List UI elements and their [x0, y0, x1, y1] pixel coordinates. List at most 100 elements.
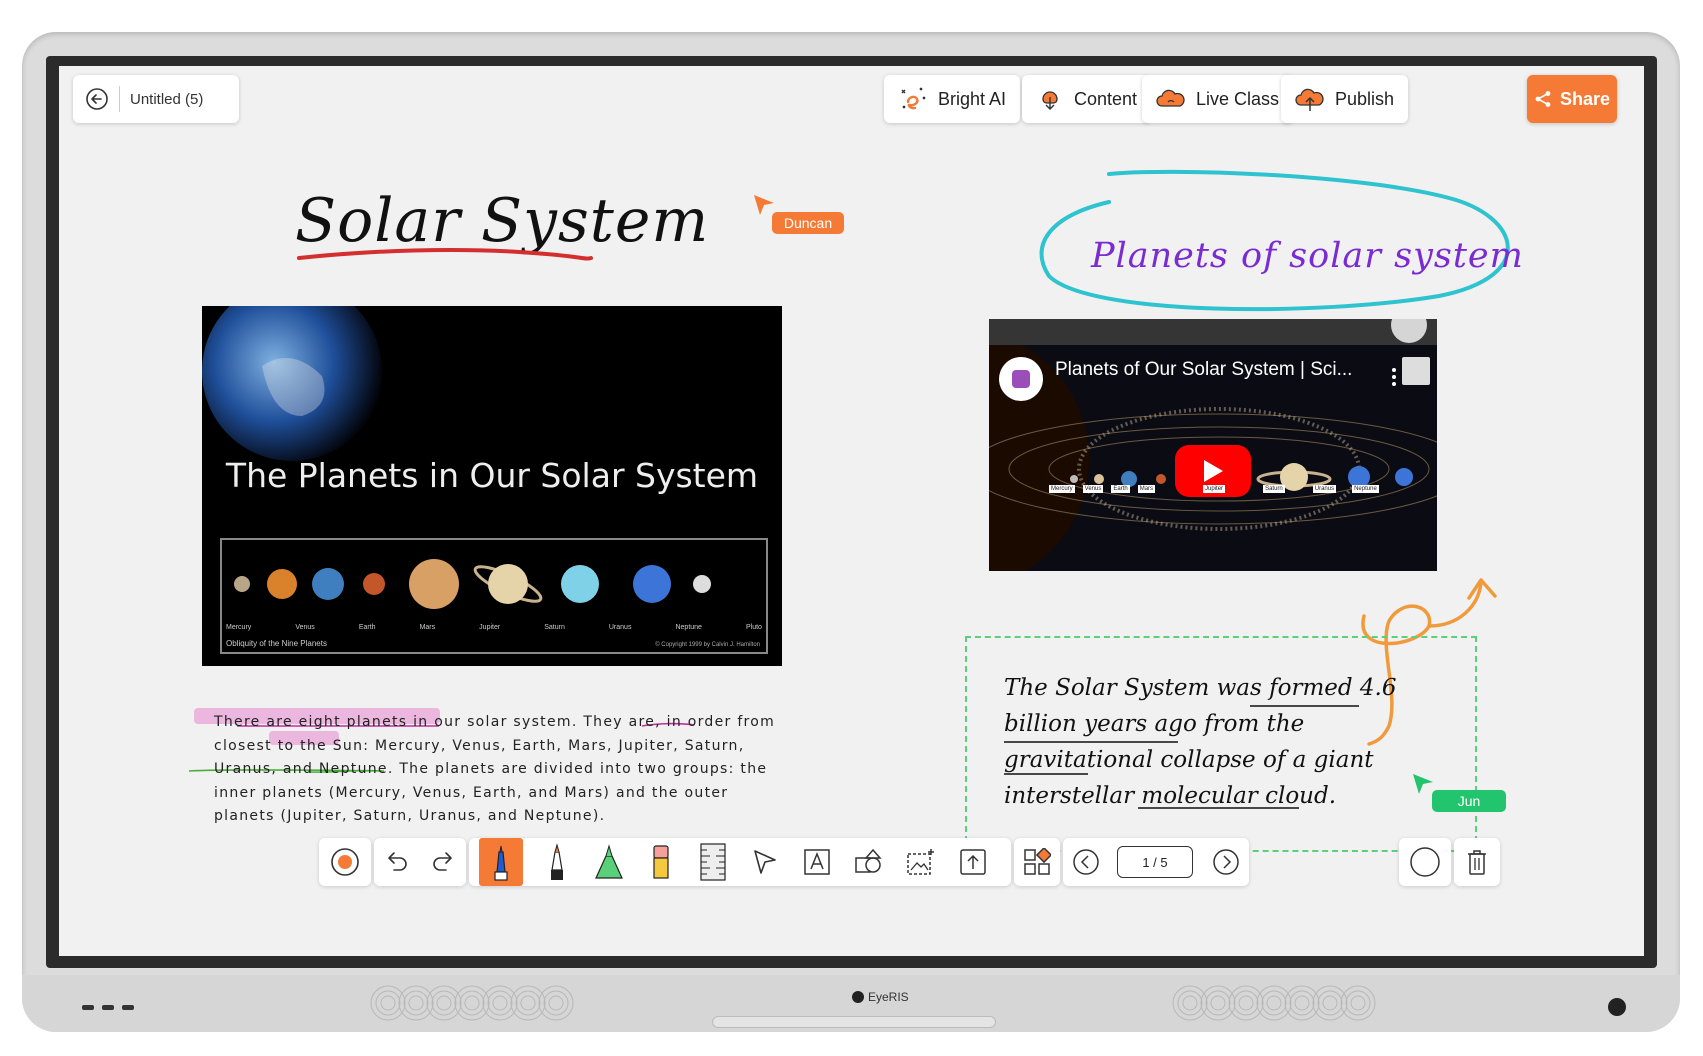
live-class-label: Live Class: [1196, 88, 1280, 109]
planet-strip-labels: Mercury Venus Earth Mars Jupiter Saturn …: [226, 624, 762, 631]
strip-label: Venus: [295, 624, 315, 631]
page-indicator[interactable]: 1 / 5: [1117, 846, 1193, 878]
video-planet-labels: Mercury Venus Earth Mars Jupiter Saturn …: [1049, 485, 1429, 493]
ruler-tool[interactable]: [687, 838, 739, 886]
video-embed[interactable]: Planets of Our Solar System | Sci... Mer…: [989, 319, 1437, 571]
strip-label: Uranus: [608, 624, 632, 631]
strip-label: Jupiter: [479, 624, 501, 631]
live-class-icon: [1156, 85, 1186, 113]
pen-icon: [545, 842, 569, 882]
strip-label: Mars: [419, 624, 436, 631]
next-page-icon: [1212, 848, 1240, 876]
power-button[interactable]: [1608, 998, 1626, 1016]
marker-tool[interactable]: [479, 838, 523, 886]
image-icon: [906, 848, 936, 876]
record-icon: [330, 847, 360, 877]
video-planet-label: Earth: [1111, 485, 1130, 493]
whiteboard-screen: Untitled (5) Bright AI Content Live Clas…: [59, 66, 1644, 956]
title-underline-stroke[interactable]: [295, 244, 595, 264]
cursor-tag-jun: Jun: [1432, 790, 1506, 812]
highlighter-tool[interactable]: [583, 838, 635, 886]
more-options-icon[interactable]: [1392, 367, 1396, 387]
video-planet-label: Neptune: [1352, 485, 1379, 493]
publish-icon: [1295, 85, 1325, 113]
title-divider: [119, 86, 120, 112]
strip-caption: Obliquity of the Nine Planets: [226, 639, 327, 648]
trash-icon: [1465, 848, 1489, 876]
play-icon: [1202, 459, 1224, 483]
content-label: Content: [1074, 88, 1138, 109]
content-icon: [1036, 85, 1064, 113]
text-tool[interactable]: [791, 838, 843, 886]
lesson-paragraph[interactable]: There are eight planets in our solar sys…: [214, 711, 794, 829]
upload-tool[interactable]: [947, 838, 999, 886]
drawing-tools-group: [469, 838, 1011, 886]
shapes-icon: [854, 848, 884, 876]
history-group: [374, 838, 466, 886]
video-planet-label: Uranus: [1312, 485, 1337, 493]
share-icon: [1534, 90, 1552, 108]
color-picker-button[interactable]: [1399, 838, 1451, 886]
bright-ai-icon: [898, 84, 928, 114]
brand-name: EyeRIS: [868, 990, 909, 1004]
color-group: [1399, 838, 1451, 886]
slide-image[interactable]: The Planets in Our Solar System Mercury …: [202, 306, 782, 666]
strip-label: Earth: [358, 624, 376, 631]
record-group: [319, 838, 371, 886]
strip-label: Pluto: [745, 624, 762, 631]
content-button[interactable]: Content: [1022, 75, 1152, 123]
record-button[interactable]: [319, 838, 371, 886]
video-planet-label: Venus: [1082, 485, 1104, 493]
eraser-tool[interactable]: [635, 838, 687, 886]
cursor-tag-duncan: Duncan: [772, 212, 844, 234]
apps-button[interactable]: [1014, 838, 1060, 886]
marker-icon: [489, 842, 513, 882]
image-tool[interactable]: [895, 838, 947, 886]
arrow-left-circle-icon[interactable]: [85, 87, 109, 111]
document-title-bar: Untitled (5): [73, 75, 239, 123]
slide-heading: The Planets in Our Solar System: [225, 456, 759, 495]
video-planet-label: Mars: [1137, 485, 1156, 493]
ruler-icon: [697, 842, 729, 882]
speaker-grill-right: [1172, 985, 1376, 1021]
planet-strip-art: [234, 559, 711, 609]
share-label: Share: [1559, 88, 1611, 109]
document-title[interactable]: Untitled (5): [130, 91, 203, 108]
video-planet-label: Mercury: [1049, 485, 1075, 493]
select-icon: [751, 848, 779, 876]
select-tool[interactable]: [739, 838, 791, 886]
prev-page-button[interactable]: [1063, 838, 1109, 886]
indicator-dots: [82, 1005, 134, 1010]
prev-page-icon: [1072, 848, 1100, 876]
speaker-grill-left: [370, 985, 574, 1021]
circle-icon: [1409, 846, 1441, 878]
channel-watermark-icon: [1402, 357, 1430, 385]
video-title[interactable]: Planets of Our Solar System | Sci...: [1055, 359, 1352, 381]
live-class-button[interactable]: Live Class: [1142, 75, 1294, 123]
planet-strip: Mercury Venus Earth Mars Jupiter Saturn …: [220, 538, 768, 654]
shapes-tool[interactable]: [843, 838, 895, 886]
note-underlines: [1004, 705, 1359, 809]
publish-button[interactable]: Publish: [1281, 75, 1409, 123]
publish-label: Publish: [1335, 88, 1395, 109]
video-planet-label: Jupiter: [1203, 485, 1226, 493]
share-button[interactable]: Share: [1527, 75, 1617, 123]
bright-ai-label: Bright AI: [938, 88, 1007, 109]
pen-tool[interactable]: [531, 838, 583, 886]
video-planet-label: Saturn: [1263, 485, 1285, 493]
strip-label: Neptune: [675, 624, 702, 631]
bright-ai-button[interactable]: Bright AI: [884, 75, 1021, 123]
channel-logo-icon: [1012, 370, 1030, 388]
redo-icon: [430, 850, 456, 874]
next-page-button[interactable]: [1203, 838, 1249, 886]
apps-group: [1014, 838, 1060, 886]
device-brand: EyeRIS: [852, 990, 909, 1004]
channel-avatar[interactable]: [999, 357, 1043, 401]
delete-button[interactable]: [1454, 838, 1500, 886]
upload-icon: [959, 848, 987, 876]
trash-group: [1454, 838, 1500, 886]
redo-button[interactable]: [420, 838, 466, 886]
undo-button[interactable]: [374, 838, 420, 886]
apps-icon: [1023, 848, 1051, 876]
oval-heading[interactable]: Planets of solar system: [1091, 236, 1524, 276]
